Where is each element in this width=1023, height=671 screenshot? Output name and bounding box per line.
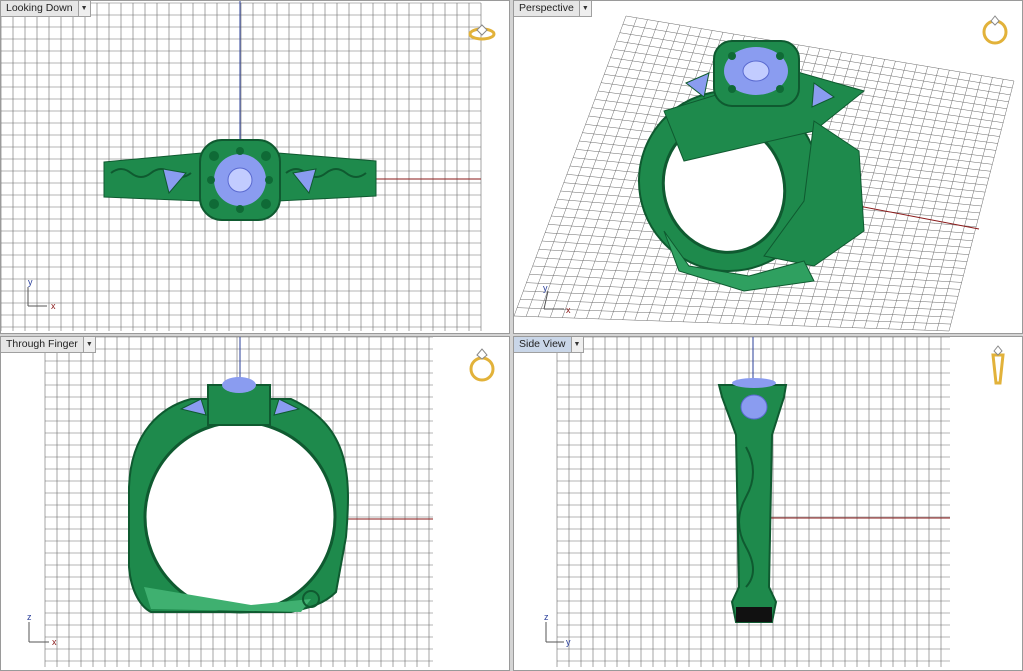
viewport-tab[interactable]: Looking Down ▼ (1, 1, 91, 17)
ring-model[interactable] (614, 40, 866, 296)
axis-label-horizontal: x (51, 301, 56, 311)
axis-gizmo: y x (27, 277, 56, 311)
ring-model[interactable] (128, 377, 349, 614)
viewport-scene: z x (27, 337, 433, 667)
viewport-scene: z y (544, 337, 950, 667)
ring-perspective-icon (982, 15, 1008, 45)
viewport-tab[interactable]: Perspective ▼ (514, 1, 592, 17)
viewport-through-finger[interactable]: Through Finger ▼ z x (0, 336, 510, 671)
viewport-tab[interactable]: Through Finger ▼ (1, 337, 96, 353)
viewport-tab[interactable]: Side View ▼ (514, 337, 584, 353)
axis-label-horizontal: y (566, 637, 571, 647)
axis-label-horizontal: x (566, 305, 571, 315)
ring-model[interactable] (717, 378, 788, 623)
axis-label-vertical: z (544, 612, 549, 622)
viewport-title: Looking Down (6, 2, 73, 14)
chevron-down-icon[interactable]: ▼ (578, 1, 591, 16)
ring-side-icon (468, 24, 496, 41)
chevron-down-icon[interactable]: ▼ (77, 1, 90, 16)
viewport-side-view[interactable]: Side View ▼ z y (513, 336, 1023, 671)
ring-profile-icon (991, 345, 1005, 385)
viewport-title: Side View (519, 338, 566, 350)
chevron-down-icon[interactable]: ▼ (82, 337, 95, 352)
axis-gizmo: z y (544, 612, 571, 647)
viewport-perspective[interactable]: Perspective ▼ y x (513, 0, 1023, 334)
axis-gizmo: z x (27, 612, 57, 647)
axis-label-vertical: z (27, 612, 32, 622)
viewport-title: Perspective (519, 2, 574, 14)
viewport-title: Through Finger (6, 338, 78, 350)
ring-front-icon (469, 348, 495, 382)
viewport-scene: y x (514, 15, 1015, 332)
axis-label-vertical: y (28, 277, 33, 287)
chevron-down-icon[interactable]: ▼ (570, 337, 583, 352)
axis-label-vertical: y (543, 283, 548, 293)
viewport-scene: y x (1, 1, 482, 331)
axis-label-horizontal: x (52, 637, 57, 647)
viewport-looking-down[interactable]: Looking Down ▼ y x (0, 0, 510, 334)
